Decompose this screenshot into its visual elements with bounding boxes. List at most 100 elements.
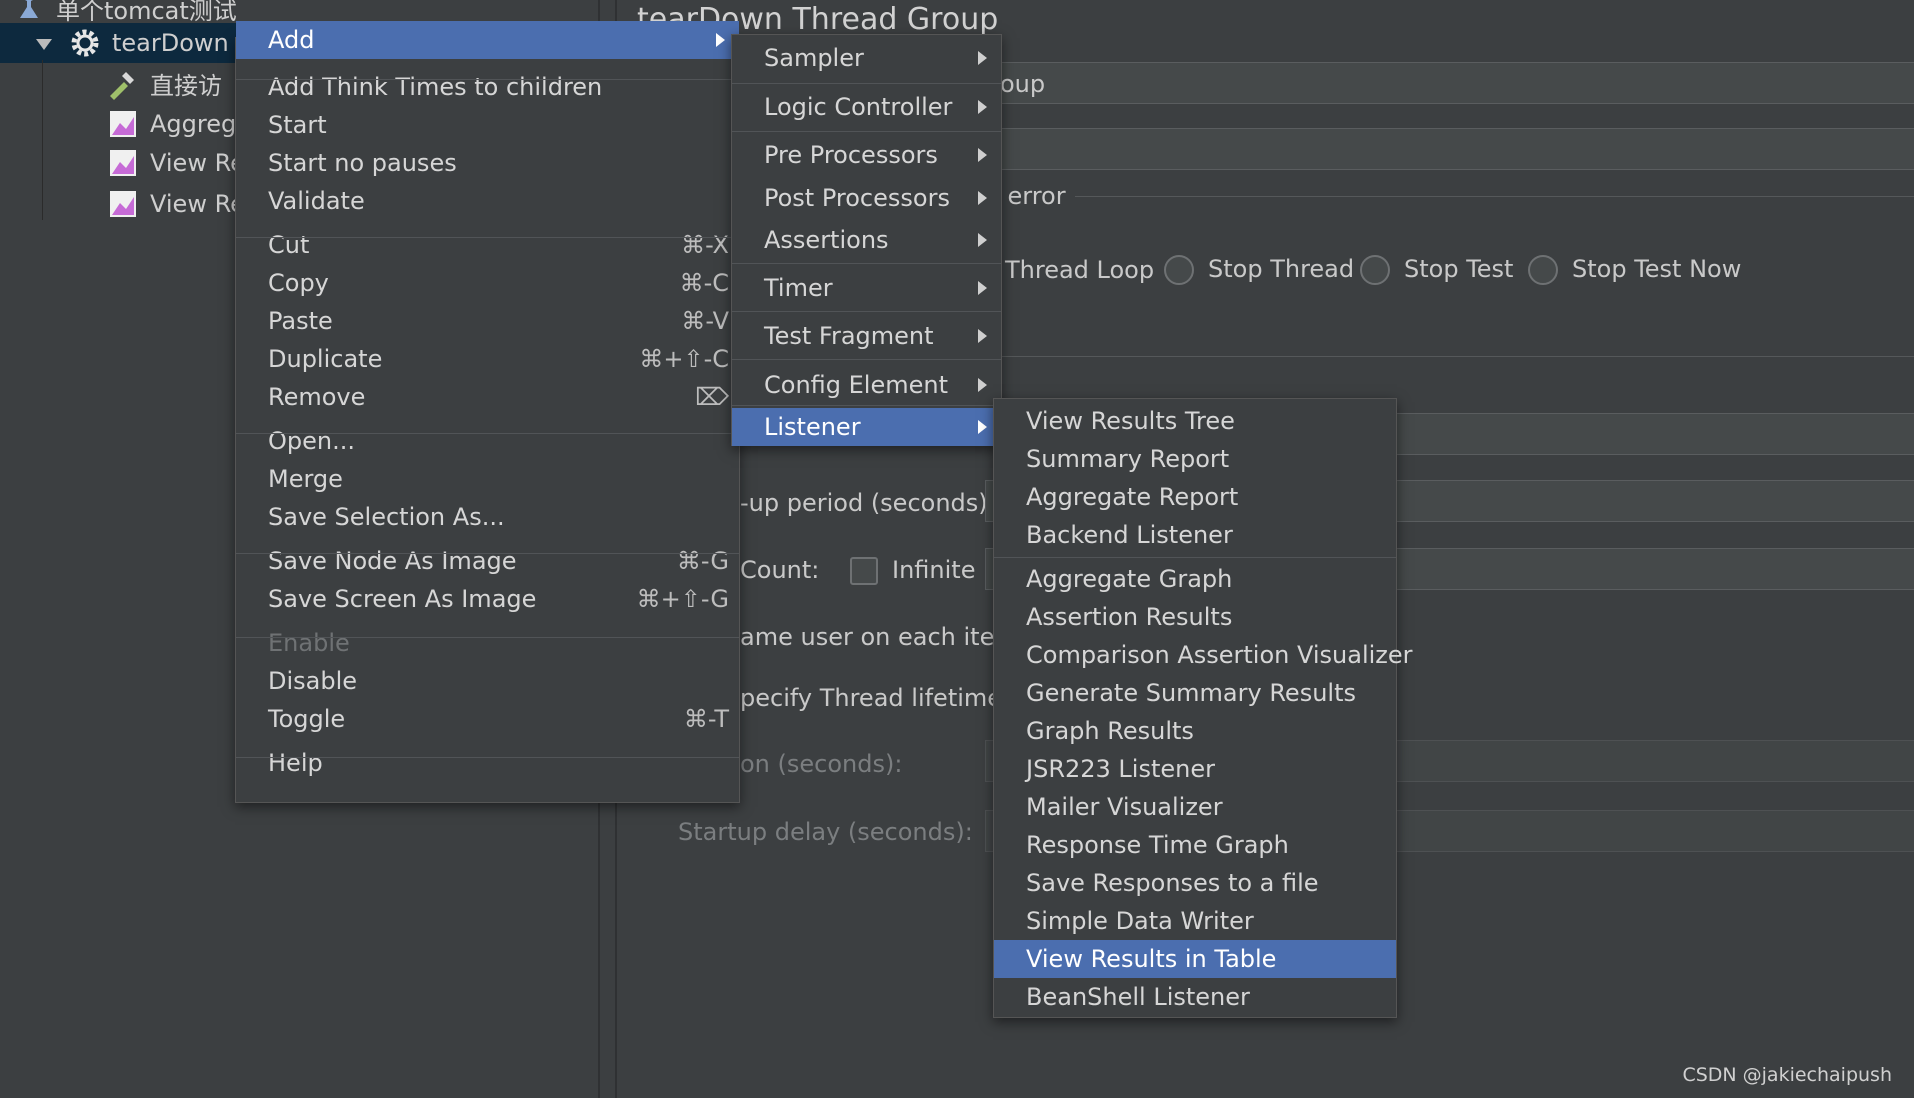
submenu-item-label: Test Fragment <box>764 322 934 350</box>
add-submenu: Sampler Logic Controller Pre Processors Pos… <box>731 34 1002 446</box>
listener-item-mailer-visualizer[interactable]: Mailer Visualizer <box>994 788 1396 826</box>
submenu-arrow-icon <box>978 281 987 295</box>
menu-item-label: Validate <box>268 187 365 215</box>
listener-item-label: Graph Results <box>1026 717 1194 745</box>
menu-item-label: Remove <box>268 383 366 411</box>
rampup-label: -up period (seconds): <box>740 489 996 517</box>
radio-stop-test-now[interactable]: Stop Test Now <box>1528 255 1741 285</box>
submenu-arrow-icon <box>716 33 725 47</box>
listener-item-label: Assertion Results <box>1026 603 1233 631</box>
radio-thread-loop-label[interactable]: Thread Loop <box>1005 256 1154 284</box>
tree-child-3[interactable]: View Re <box>106 184 245 224</box>
submenu-item-pre-processors[interactable]: Pre Processors <box>732 136 1001 174</box>
listener-item-label: Comparison Assertion Visualizer <box>1026 641 1413 669</box>
shortcut-label: ⌦ <box>695 383 729 411</box>
menu-item-copy[interactable]: Copy ⌘-C <box>236 264 739 302</box>
listener-item-save-responses-to-a-file[interactable]: Save Responses to a file <box>994 864 1396 902</box>
submenu-item-test-fragment[interactable]: Test Fragment <box>732 317 1001 355</box>
menu-item-start[interactable]: Start <box>236 106 739 144</box>
menu-item-cut[interactable]: Cut ⌘-X <box>236 226 739 264</box>
listener-item-aggregate-report[interactable]: Aggregate Report <box>994 478 1396 516</box>
listener-item-comparison-assertion-visualizer[interactable]: Comparison Assertion Visualizer <box>994 636 1413 674</box>
listener-item-graph-results[interactable]: Graph Results <box>994 712 1396 750</box>
submenu-item-assertions[interactable]: Assertions <box>732 221 1001 259</box>
infinite-checkbox[interactable]: Infinite <box>850 556 975 585</box>
radio-stop-thread[interactable]: Stop Thread <box>1164 255 1354 285</box>
menu-item-label: Duplicate <box>268 345 383 373</box>
listener-item-label: View Results Tree <box>1026 407 1235 435</box>
menu-item-save-node-as-image[interactable]: Save Node As Image ⌘-G <box>236 542 739 580</box>
menu-item-save-selection-as[interactable]: Save Selection As... <box>236 498 739 536</box>
listener-item-backend-listener[interactable]: Backend Listener <box>994 516 1396 554</box>
expand-arrow-icon[interactable] <box>36 29 56 57</box>
tree-child-2[interactable]: View Re <box>106 143 245 183</box>
listener-item-generate-summary-results[interactable]: Generate Summary Results <box>994 674 1396 712</box>
menu-item-label: Add Think Times to children <box>268 73 603 101</box>
tree-child-0[interactable]: 直接访 <box>106 63 222 103</box>
listener-item-label: Save Responses to a file <box>1026 869 1319 897</box>
submenu-item-timer[interactable]: Timer <box>732 269 1001 307</box>
menu-item-remove[interactable]: Remove ⌦ <box>236 378 739 416</box>
menu-separator <box>236 433 739 434</box>
threads-field[interactable] <box>1395 413 1914 455</box>
menu-item-duplicate[interactable]: Duplicate ⌘+⇧-C <box>236 340 739 378</box>
name-field[interactable] <box>985 62 1914 104</box>
tree-guide-line <box>42 60 43 220</box>
checkbox-box[interactable] <box>850 557 878 585</box>
menu-item-help[interactable]: Help <box>236 744 739 782</box>
listener-item-label: BeanShell Listener <box>1026 983 1250 1011</box>
listener-item-beanshell-listener[interactable]: BeanShell Listener <box>994 978 1396 1016</box>
listener-item-summary-report[interactable]: Summary Report <box>994 440 1396 478</box>
submenu-item-label: Pre Processors <box>764 141 938 169</box>
listener-item-view-results-tree[interactable]: View Results Tree <box>994 402 1396 440</box>
comments-field[interactable] <box>985 128 1914 170</box>
tree-root-label: 单个tomcat测试 <box>56 0 237 25</box>
tree-item-teardown-label: tearDown T <box>112 29 252 57</box>
radio-label: Stop Thread <box>1208 255 1355 283</box>
tree-child-label: View Re <box>150 190 245 218</box>
menu-separator <box>732 405 1001 406</box>
menu-item-start-no-pauses[interactable]: Start no pauses <box>236 144 739 182</box>
context-menu: Add Add Think Times to children Start Start… <box>235 21 740 803</box>
listener-item-assertion-results[interactable]: Assertion Results <box>994 598 1396 636</box>
listener-item-response-time-graph[interactable]: Response Time Graph <box>994 826 1396 864</box>
menu-item-paste[interactable]: Paste ⌘-V <box>236 302 739 340</box>
menu-item-add-think-times-to-children[interactable]: Add Think Times to children <box>236 68 739 106</box>
tree-child-1[interactable]: Aggreg <box>106 104 236 144</box>
submenu-arrow-icon <box>978 378 987 392</box>
submenu-item-config-element[interactable]: Config Element <box>732 366 1001 404</box>
listener-item-label: View Results in Table <box>1026 945 1277 973</box>
loop-count-label: Count: <box>740 556 820 584</box>
radio-circle[interactable] <box>1360 255 1390 285</box>
menu-item-disable[interactable]: Disable <box>236 662 739 700</box>
menu-item-label: Help <box>268 749 323 777</box>
listener-item-simple-data-writer[interactable]: Simple Data Writer <box>994 902 1396 940</box>
menu-separator <box>236 79 739 80</box>
menu-item-label: Save Screen As Image <box>268 585 537 613</box>
listener-item-view-results-in-table[interactable]: View Results in Table <box>994 940 1396 978</box>
tree-child-label: View Re <box>150 149 245 177</box>
menu-item-validate[interactable]: Validate <box>236 182 739 220</box>
graph-icon <box>106 107 140 141</box>
menu-item-save-screen-as-image[interactable]: Save Screen As Image ⌘+⇧-G <box>236 580 739 618</box>
group-border <box>990 356 1914 357</box>
menu-item-label: Toggle <box>268 705 346 733</box>
listener-item-jsr223-listener[interactable]: JSR223 Listener <box>994 750 1396 788</box>
tree-child-label: 直接访 <box>150 71 222 100</box>
menu-item-label: Save Selection As... <box>268 503 505 531</box>
submenu-item-listener[interactable]: Listener <box>732 408 1001 446</box>
submenu-arrow-icon <box>978 100 987 114</box>
menu-item-add[interactable]: Add <box>236 21 739 59</box>
menu-item-toggle[interactable]: Toggle ⌘-T <box>236 700 739 738</box>
listener-item-label: Aggregate Report <box>1026 483 1239 511</box>
menu-item-merge[interactable]: Merge <box>236 460 739 498</box>
menu-item-label: Cut <box>268 231 310 259</box>
radio-circle[interactable] <box>1164 255 1194 285</box>
submenu-item-logic-controller[interactable]: Logic Controller <box>732 88 1001 126</box>
radio-stop-test[interactable]: Stop Test <box>1360 255 1513 285</box>
submenu-item-sampler[interactable]: Sampler <box>732 39 1001 77</box>
menu-item-open[interactable]: Open... <box>236 422 739 460</box>
listener-item-aggregate-graph[interactable]: Aggregate Graph <box>994 560 1396 598</box>
radio-circle[interactable] <box>1528 255 1558 285</box>
submenu-item-post-processors[interactable]: Post Processors <box>732 179 1001 217</box>
